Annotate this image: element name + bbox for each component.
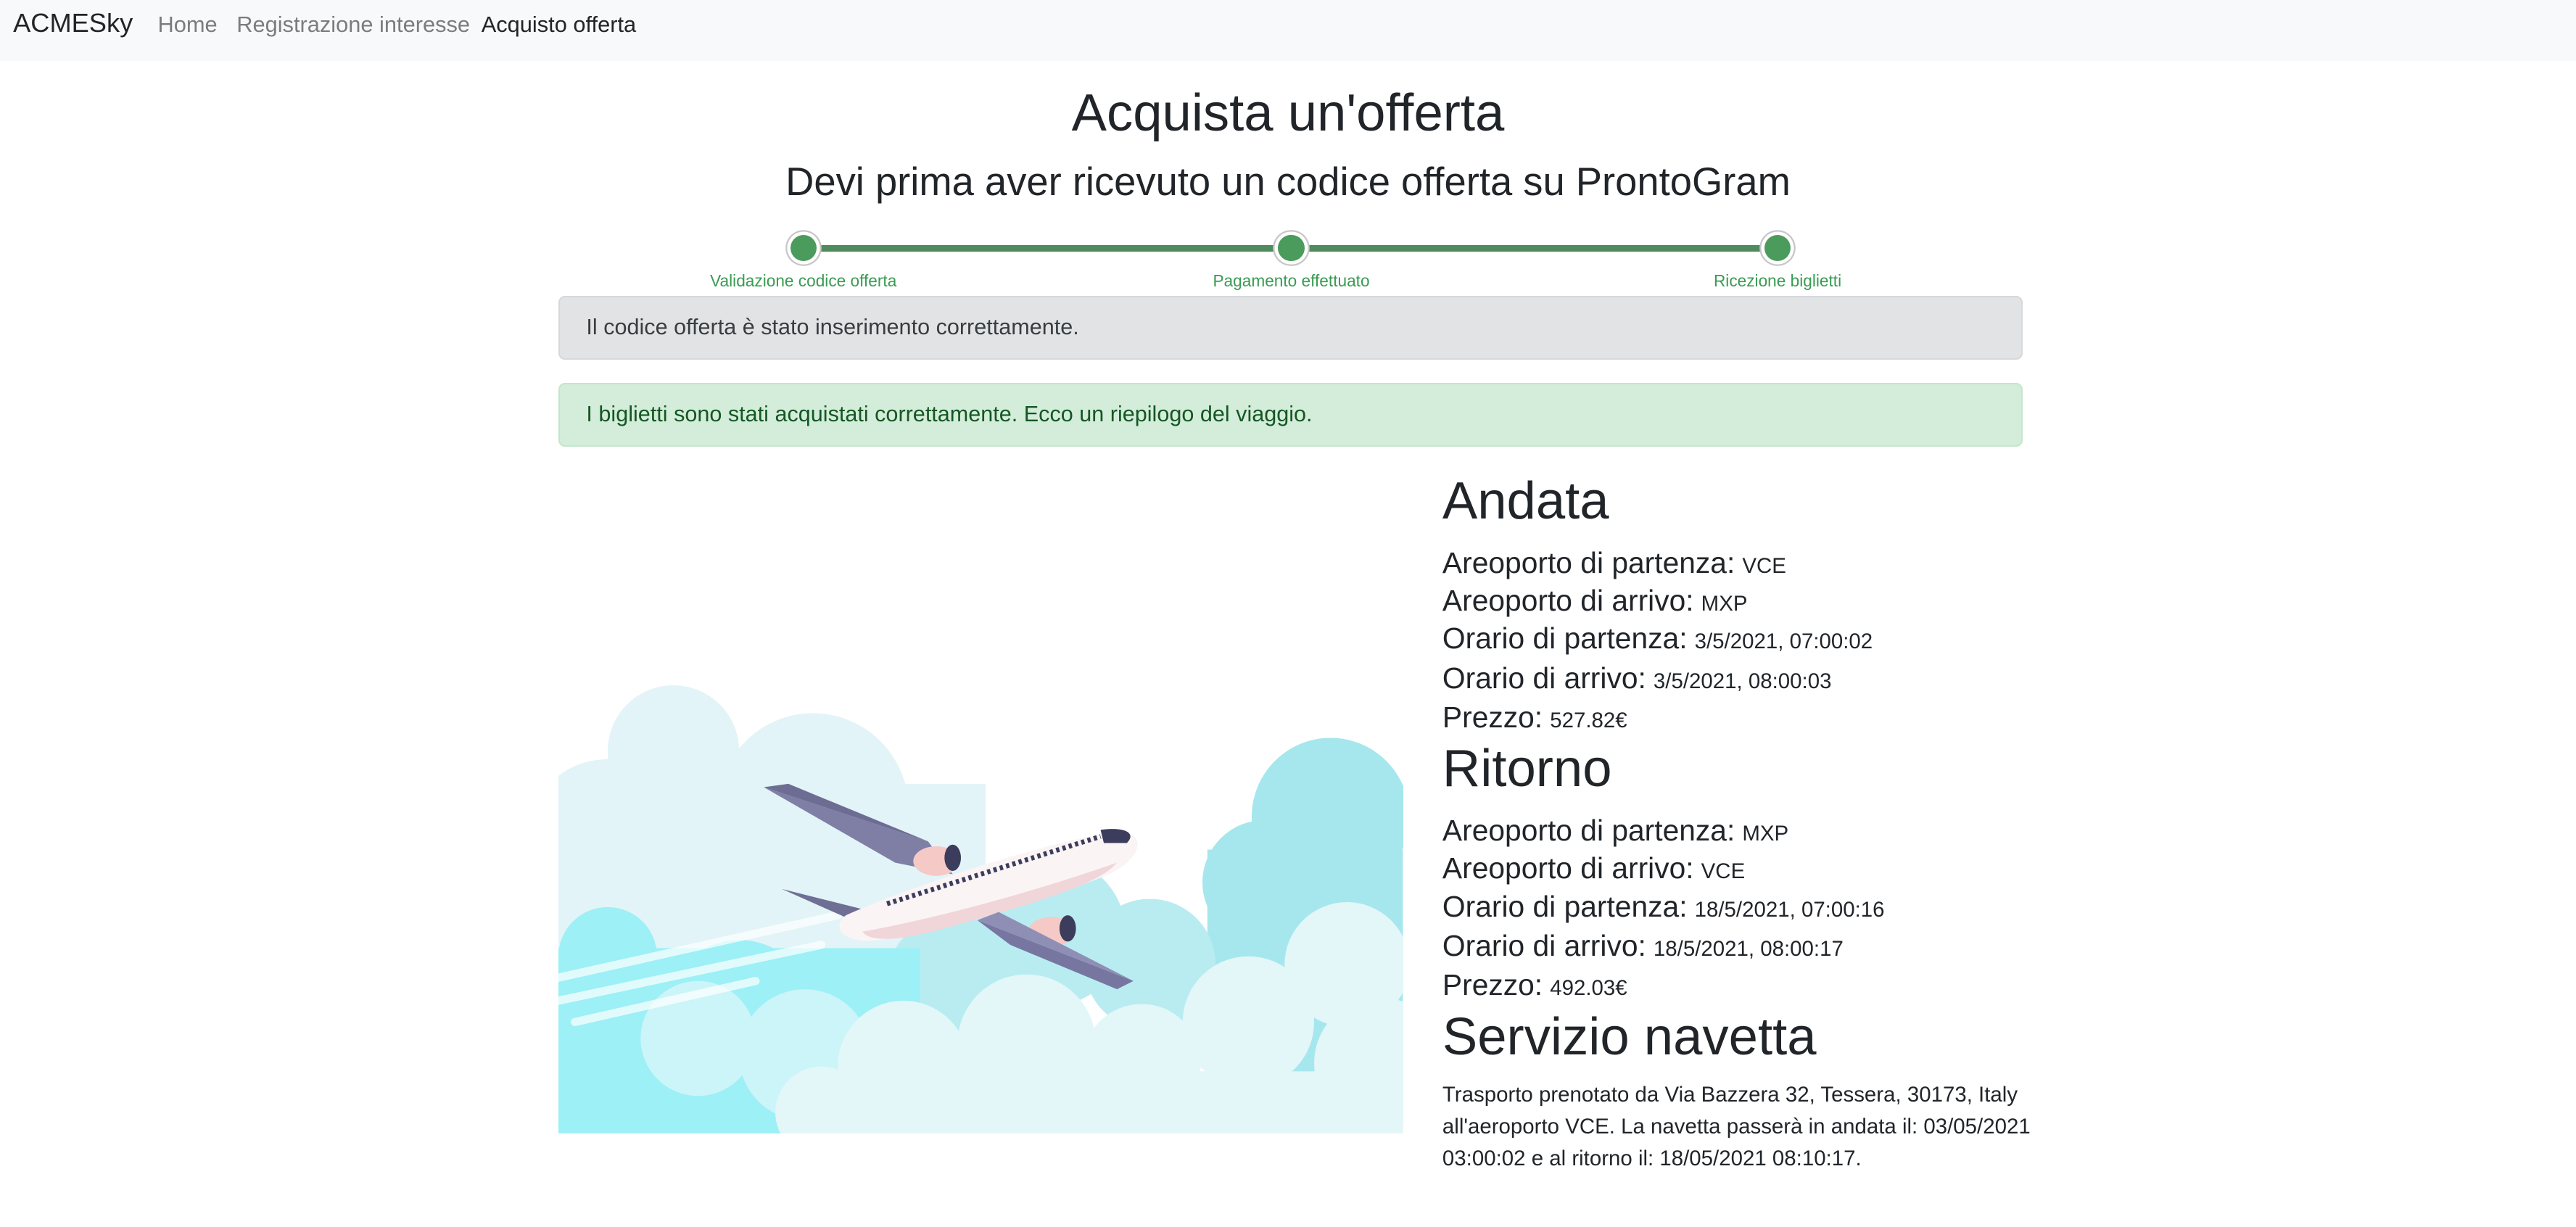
row-key: Orario di arrivo: [1442,661,1646,695]
ritorno-arrivo-row: Areoporto di arrivo: VCE [1442,851,1745,890]
row-value: MXP [1742,822,1789,846]
row-value: 492.03€ [1550,976,1627,1001]
row-key: Orario di partenza: [1442,621,1688,656]
page-title: Acquista un'offerta [1071,83,1505,142]
step-dot-validazione [790,234,817,262]
row-key: Areoporto di arrivo: [1442,851,1694,885]
step-dot-ricezione [1764,234,1791,262]
andata-prezzo-row: Prezzo: 527.82€ [1442,700,1627,739]
row-key: Orario di arrivo: [1442,928,1646,962]
ritorno-prezzo-row: Prezzo: 492.03€ [1442,967,1627,1007]
row-value: 18/5/2021, 08:00:17 [1653,936,1844,961]
row-key: Orario di partenza: [1442,889,1688,923]
nav-link-home[interactable]: Home [157,12,217,38]
navetta-description: Trasporto prenotato da Via Bazzera 32, T… [1442,1083,2031,1170]
navetta-heading: Servizio navetta [1442,1007,1817,1066]
andata-arrivo-row: Areoporto di arrivo: MXP [1442,583,1748,622]
ritorno-heading: Ritorno [1442,739,1612,798]
step-label-validazione: Validazione codice offerta [710,270,897,290]
step-label-ricezione: Ricezione biglietti [1713,270,1842,290]
ritorno-orario-partenza-row: Orario di partenza: 18/5/2021, 07:00:16 [1442,889,1885,928]
alert-tickets-purchased: I biglietti sono stati acquistati corret… [558,382,2023,447]
nav-link-registrazione-interesse[interactable]: Registrazione interesse [236,12,470,38]
row-key: Areoporto di arrivo: [1442,584,1694,618]
alert-code-validated-text: Il codice offerta è stato inserimento co… [586,315,1079,340]
andata-orario-arrivo-row: Orario di arrivo: 3/5/2021, 08:00:03 [1442,661,1832,700]
step-label-pagamento: Pagamento effettuato [1213,270,1370,290]
airplane-clouds-svg [558,685,1403,1134]
alert-tickets-purchased-text: I biglietti sono stati acquistati corret… [586,402,1313,427]
row-value: 3/5/2021, 08:00:03 [1653,669,1832,693]
ritorno-partenza-row: Areoporto di partenza: MXP [1442,813,1788,852]
row-value: 18/5/2021, 07:00:16 [1694,897,1885,922]
andata-heading: Andata [1442,471,1609,531]
nav-link-acquisto-offerta[interactable]: Acquisto offerta [482,12,636,38]
andata-orario-partenza-row: Orario di partenza: 3/5/2021, 07:00:02 [1442,621,1873,660]
page-subtitle: Devi prima aver ricevuto un codice offer… [785,160,1791,204]
row-value: 527.82€ [1550,708,1627,733]
row-key: Prezzo: [1442,701,1543,735]
ritorno-orario-arrivo-row: Orario di arrivo: 18/5/2021, 08:00:17 [1442,928,1844,967]
navbar: ACMESky Home Registrazione interesse Acq… [0,0,2576,61]
airplane-illustration [558,685,1403,1134]
andata-partenza-row: Areoporto di partenza: VCE [1442,545,1786,584]
row-key: Areoporto di partenza: [1442,546,1735,580]
row-key: Areoporto di partenza: [1442,814,1735,848]
step-dot-pagamento [1278,234,1305,262]
alert-code-validated: Il codice offerta è stato inserimento co… [558,295,2023,360]
row-value: VCE [1701,859,1746,884]
row-key: Prezzo: [1442,968,1543,1002]
brand-logo[interactable]: ACMESky [13,8,133,38]
row-value: 3/5/2021, 07:00:02 [1694,629,1873,654]
row-value: MXP [1701,592,1748,616]
row-value: VCE [1742,554,1786,579]
